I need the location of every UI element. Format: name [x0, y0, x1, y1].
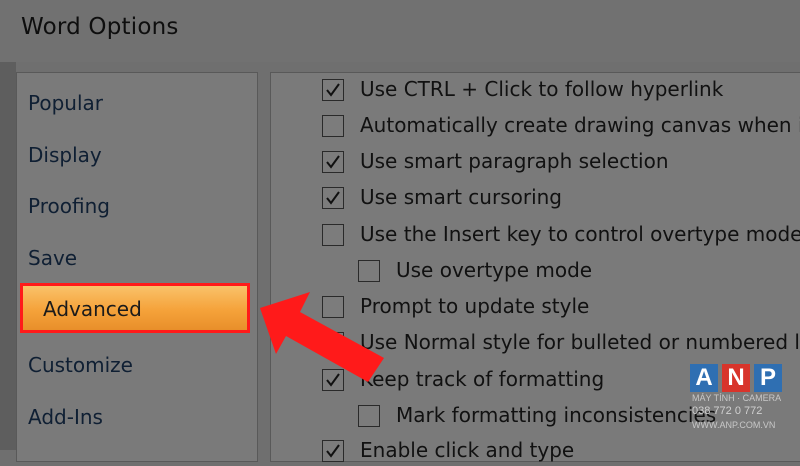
checkmark-icon — [326, 83, 340, 97]
logo-letter: N — [722, 364, 750, 392]
sidebar-item-customize[interactable]: Customize — [28, 353, 133, 377]
option-label: Mark formatting inconsistencies — [396, 403, 717, 427]
logo-tagline: MÁY TÍNH · CAMERA — [692, 393, 782, 403]
logo-phone: 038 772 0 772 — [692, 405, 763, 417]
window-title: Word Options — [21, 14, 179, 40]
option-label: Enable click and type — [360, 438, 575, 462]
checkbox[interactable] — [322, 79, 344, 101]
option-label: Use the Insert key to control overtype m… — [360, 222, 800, 246]
option-label: Use CTRL + Click to follow hyperlink — [360, 77, 724, 101]
checkbox[interactable] — [322, 187, 344, 209]
logo-url: WWW.ANP.COM.VN — [692, 420, 776, 430]
checkbox[interactable] — [322, 115, 344, 137]
checkmark-icon — [326, 155, 340, 169]
option-label: Prompt to update style — [360, 294, 590, 318]
sidebar-item-popular[interactable]: Popular — [28, 91, 103, 115]
option-label: Keep track of formatting — [360, 367, 605, 391]
option-label: Use smart cursoring — [360, 185, 563, 209]
sidebar-item-add-ins[interactable]: Add-Ins — [28, 405, 103, 429]
option-label: Use smart paragraph selection — [360, 149, 669, 173]
logo-letter: P — [754, 364, 782, 392]
checkbox[interactable] — [322, 224, 344, 246]
pointer-arrow-icon — [260, 292, 384, 382]
sidebar-item-label: Advanced — [43, 297, 142, 321]
checkbox[interactable] — [358, 405, 380, 427]
sidebar-item-advanced[interactable]: Advanced — [20, 283, 250, 333]
title-bar: Word Options — [0, 0, 800, 62]
sidebar-item-display[interactable]: Display — [28, 143, 102, 167]
sidebar-item-proofing[interactable]: Proofing — [28, 194, 110, 218]
sidebar-item-save[interactable]: Save — [28, 246, 77, 270]
checkmark-icon — [326, 191, 340, 205]
anp-watermark-logo: A N P MÁY TÍNH · CAMERA 038 772 0 772 WW… — [690, 360, 800, 435]
checkbox[interactable] — [322, 151, 344, 173]
option-label: Use Normal style for bulleted or numbere… — [360, 330, 800, 354]
checkbox[interactable] — [322, 440, 344, 462]
option-label: Use overtype mode — [396, 258, 593, 282]
checkbox[interactable] — [358, 260, 380, 282]
window-edge — [0, 62, 16, 450]
logo-letter: A — [690, 364, 718, 392]
checkmark-icon — [326, 444, 340, 458]
option-label: Automatically create drawing canvas when… — [360, 113, 800, 137]
